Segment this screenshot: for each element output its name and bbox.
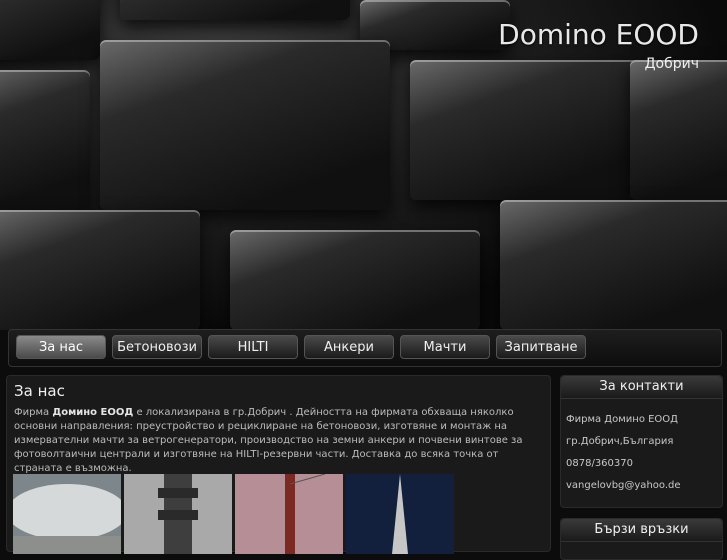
site-title: Domino EOOD	[498, 18, 699, 51]
quick-links-heading: Бързи връзки	[561, 519, 722, 542]
about-heading: За нас	[14, 382, 65, 400]
nav-item-anchors[interactable]: Анкери	[304, 335, 394, 359]
nav-item-inquiry[interactable]: Запитване	[496, 335, 586, 359]
contact-city: гр.Добрич,България	[566, 436, 674, 447]
contacts-panel: За контакти Фирма Домино ЕООД гр.Добрич,…	[560, 375, 723, 508]
concrete-mixer-photo[interactable]	[13, 474, 121, 554]
contacts-heading: За контакти	[561, 376, 722, 399]
anchor-photo[interactable]	[346, 474, 454, 554]
contact-company: Фирма Домино ЕООД	[566, 414, 678, 425]
nav-item-masts[interactable]: Мачти	[400, 335, 490, 359]
contact-email[interactable]: vangelovbg@yahoo.de	[561, 475, 722, 497]
main-navigation: За нас Бетоновози HILTI Анкери Мачти Зап…	[8, 329, 722, 367]
company-name: Домино ЕООД	[52, 407, 134, 418]
nav-item-hilti[interactable]: HILTI	[208, 335, 298, 359]
mast-photo[interactable]	[235, 474, 343, 554]
hilti-part-photo[interactable]	[124, 474, 232, 554]
contact-phone: 0878/360370	[566, 458, 633, 469]
site-subtitle: Добрич	[644, 56, 699, 72]
about-section: За нас Фирма Домино ЕООД е локализирана …	[6, 375, 551, 554]
nav-item-concrete-mixers[interactable]: Бетоновози	[112, 335, 202, 359]
nav-item-about[interactable]: За нас	[16, 335, 106, 359]
about-text: Фирма Домино ЕООД е локализирана в гр.До…	[14, 407, 523, 474]
header-banner: Domino EOOD Добрич	[0, 0, 727, 330]
quick-links-panel: Бързи връзки	[560, 518, 723, 560]
